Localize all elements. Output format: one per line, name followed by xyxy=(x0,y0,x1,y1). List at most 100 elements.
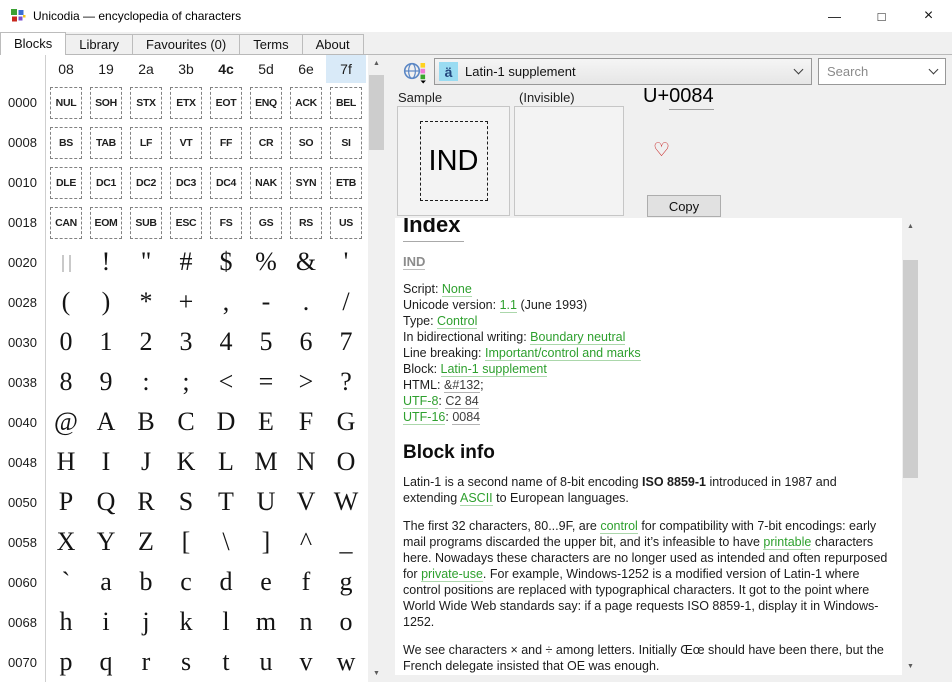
grid-cell[interactable]: p xyxy=(46,643,86,682)
grid-cell[interactable]: J xyxy=(126,443,166,483)
column-header-7f[interactable]: 7f xyxy=(326,55,366,83)
grid-cell[interactable]: DC3 xyxy=(166,163,206,203)
grid-cell[interactable]: T xyxy=(206,483,246,523)
grid-cell[interactable]: , xyxy=(206,283,246,323)
green-link[interactable]: ASCII xyxy=(460,491,493,506)
grid-cell[interactable]: NUL xyxy=(46,83,86,123)
grid-cell[interactable]: 3 xyxy=(166,323,206,363)
grid-cell[interactable]: R xyxy=(126,483,166,523)
grid-cell[interactable]: G xyxy=(326,403,366,443)
grid-cell[interactable]: BEL xyxy=(326,83,366,123)
grid-cell[interactable] xyxy=(46,243,86,283)
grid-cell[interactable]: B xyxy=(126,403,166,443)
grid-cell[interactable]: W xyxy=(326,483,366,523)
grid-cell[interactable]: 0 xyxy=(46,323,86,363)
green-link[interactable]: 1.1 xyxy=(500,298,517,313)
grid-cell[interactable]: A xyxy=(86,403,126,443)
column-header-4c[interactable]: 4c xyxy=(206,55,246,83)
scroll-up-arrow-icon[interactable]: ▲ xyxy=(368,55,385,72)
grid-cell[interactable]: DC1 xyxy=(86,163,126,203)
green-link[interactable]: UTF-8 xyxy=(403,394,438,409)
grid-cell[interactable]: 5 xyxy=(246,323,286,363)
grid-cell[interactable]: I xyxy=(86,443,126,483)
underlined-value[interactable]: &#132 xyxy=(444,378,480,393)
grid-cell[interactable]: Z xyxy=(126,523,166,563)
grid-cell[interactable]: SI xyxy=(326,123,366,163)
column-header-2a[interactable]: 2a xyxy=(126,55,166,83)
grid-cell[interactable]: GS xyxy=(246,203,286,243)
grid-cell[interactable]: ; xyxy=(166,363,206,403)
green-link[interactable]: Latin-1 supplement xyxy=(441,362,547,377)
grid-cell[interactable]: 8 xyxy=(46,363,86,403)
grid-cell[interactable]: d xyxy=(206,563,246,603)
column-header-3b[interactable]: 3b xyxy=(166,55,206,83)
grid-cell[interactable]: ` xyxy=(46,563,86,603)
grid-cell[interactable]: SUB xyxy=(126,203,166,243)
grid-cell[interactable]: $ xyxy=(206,243,246,283)
tab-library[interactable]: Library xyxy=(65,34,133,54)
minimize-button[interactable]: — xyxy=(811,0,858,32)
grid-cell[interactable]: / xyxy=(326,283,366,323)
scroll-down-arrow-icon[interactable]: ▼ xyxy=(368,665,385,682)
grid-cell[interactable]: ESC xyxy=(166,203,206,243)
grid-cell[interactable]: ( xyxy=(46,283,86,323)
favourite-heart-icon[interactable]: ♡ xyxy=(653,139,670,162)
document-scrollbar[interactable]: ▲ ▼ xyxy=(902,218,919,675)
grid-cell[interactable]: f xyxy=(286,563,326,603)
grid-cell[interactable]: 4 xyxy=(206,323,246,363)
column-header-19[interactable]: 19 xyxy=(86,55,126,83)
grid-cell[interactable]: b xyxy=(126,563,166,603)
grid-cell[interactable]: s xyxy=(166,643,206,682)
grid-cell[interactable]: DC4 xyxy=(206,163,246,203)
grid-cell[interactable]: c xyxy=(166,563,206,603)
grid-cell[interactable]: m xyxy=(246,603,286,643)
grid-cell[interactable]: . xyxy=(286,283,326,323)
grid-cell[interactable]: v xyxy=(286,643,326,682)
search-combobox[interactable] xyxy=(818,58,946,85)
grid-cell[interactable]: ? xyxy=(326,363,366,403)
grid-cell[interactable]: LF xyxy=(126,123,166,163)
grid-cell[interactable]: _ xyxy=(326,523,366,563)
grid-cell[interactable]: * xyxy=(126,283,166,323)
grid-cell[interactable]: X xyxy=(46,523,86,563)
grid-cell[interactable]: 9 xyxy=(86,363,126,403)
grid-cell[interactable]: j xyxy=(126,603,166,643)
grid-cell[interactable]: > xyxy=(286,363,326,403)
grid-cell[interactable]: w xyxy=(326,643,366,682)
document-scrollbar-thumb[interactable] xyxy=(903,260,918,478)
grid-cell[interactable]: o xyxy=(326,603,366,643)
grid-cell[interactable]: 7 xyxy=(326,323,366,363)
grid-scrollbar[interactable]: ▲ ▼ xyxy=(368,55,385,682)
grid-cell[interactable]: - xyxy=(246,283,286,323)
grid-cell[interactable]: k xyxy=(166,603,206,643)
green-link[interactable]: printable xyxy=(763,535,811,550)
grid-cell[interactable]: n xyxy=(286,603,326,643)
grid-cell[interactable]: S xyxy=(166,483,206,523)
grid-cell[interactable]: K xyxy=(166,443,206,483)
grid-cell[interactable]: TAB xyxy=(86,123,126,163)
grid-cell[interactable]: " xyxy=(126,243,166,283)
grid-cell[interactable]: ENQ xyxy=(246,83,286,123)
green-link[interactable]: None xyxy=(442,282,472,297)
grid-cell[interactable]: CAN xyxy=(46,203,86,243)
grid-cell[interactable]: \ xyxy=(206,523,246,563)
close-button[interactable]: × xyxy=(905,0,952,32)
column-header-08[interactable]: 08 xyxy=(46,55,86,83)
grid-cell[interactable]: [ xyxy=(166,523,206,563)
grid-cell[interactable]: = xyxy=(246,363,286,403)
grid-cell[interactable]: 2 xyxy=(126,323,166,363)
search-input[interactable] xyxy=(827,64,930,79)
grid-cell[interactable]: FF xyxy=(206,123,246,163)
grid-cell[interactable]: e xyxy=(246,563,286,603)
grid-cell[interactable]: C xyxy=(166,403,206,443)
tab-favourites-0[interactable]: Favourites (0) xyxy=(132,34,240,54)
grid-cell[interactable]: US xyxy=(326,203,366,243)
grid-cell[interactable]: DC2 xyxy=(126,163,166,203)
grid-cell[interactable]: u xyxy=(246,643,286,682)
green-link[interactable]: Important/control and marks xyxy=(485,346,641,361)
grid-cell[interactable]: V xyxy=(286,483,326,523)
grid-cell[interactable]: t xyxy=(206,643,246,682)
block-select-dropdown[interactable]: ä Latin-1 supplement xyxy=(434,58,812,85)
grid-cell[interactable]: STX xyxy=(126,83,166,123)
underlined-value[interactable]: 0084 xyxy=(452,410,480,425)
